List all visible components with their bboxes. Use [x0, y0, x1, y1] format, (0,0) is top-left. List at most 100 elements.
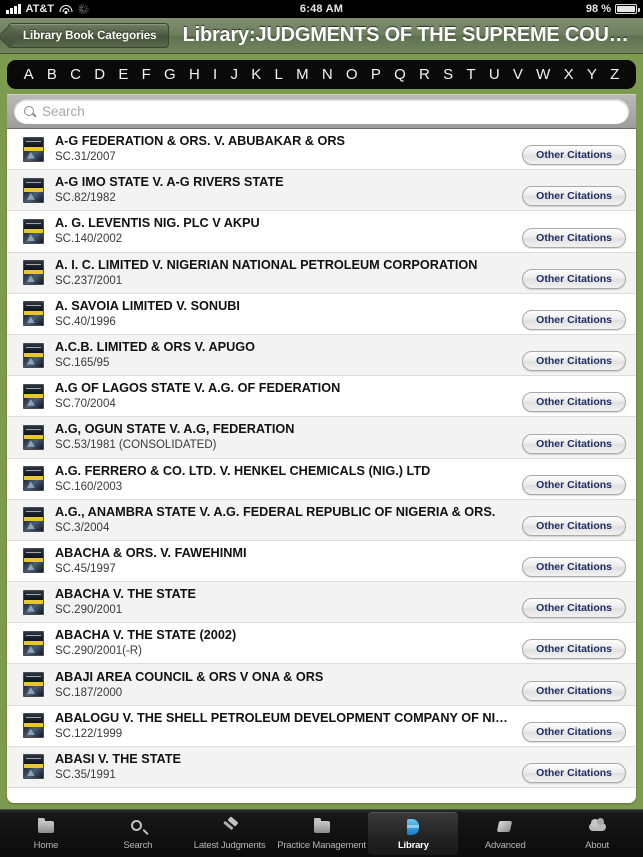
alpha-index-y[interactable]: Y [587, 66, 597, 83]
table-row[interactable]: ABACHA V. THE STATE (2002) SC.290/2001(-R… [7, 623, 636, 665]
alphabet-index-bar[interactable]: ABCDEFGHIJKLMNOPQRSTUVWXYZ [7, 60, 636, 89]
table-row[interactable]: A. G. LEVENTIS NIG. PLC V AKPU SC.140/200… [7, 211, 636, 253]
table-row[interactable]: A. SAVOIA LIMITED V. SONUBI SC.40/1996 Oth… [7, 293, 636, 335]
status-bar: AT&T 6:48 AM 98 % [0, 0, 643, 18]
alpha-index-i[interactable]: I [213, 66, 217, 83]
alpha-index-l[interactable]: L [274, 66, 282, 83]
case-title: ABACHA & ORS. V. FAWEHINMI [55, 545, 247, 560]
cloud-icon [586, 817, 608, 837]
other-citations-button[interactable]: Other Citations [522, 515, 626, 536]
case-text-block: A-G IMO STATE V. A-G RIVERS STATE SC.82/1… [55, 175, 514, 205]
alpha-index-x[interactable]: X [564, 66, 574, 83]
book-cover-icon [23, 136, 44, 162]
tab-label: Practice Management [277, 839, 366, 851]
table-row[interactable]: A.G OF LAGOS STATE V. A.G. OF FEDERATION… [7, 376, 636, 418]
case-title: A-G FEDERATION & ORS. V. ABUBAKAR & ORS [55, 134, 345, 149]
alpha-index-z[interactable]: Z [610, 66, 619, 83]
case-title: A.G. FERRERO & CO. LTD. V. HENKEL CHEMIC… [55, 463, 431, 478]
alpha-index-r[interactable]: R [419, 66, 430, 83]
page-title: Library:JUDGMENTS OF THE SUPREME COURT A… [182, 24, 635, 46]
other-citations-button[interactable]: Other Citations [522, 639, 626, 660]
search-input[interactable]: Search [14, 99, 629, 124]
case-title: ABACHA V. THE STATE [55, 587, 196, 602]
alpha-index-m[interactable]: M [296, 66, 309, 83]
tab-practice-management[interactable]: Practice Management [277, 812, 367, 855]
other-citations-button[interactable]: Other Citations [522, 557, 626, 578]
case-citation: SC.237/2001 [55, 274, 123, 287]
alpha-index-t[interactable]: T [466, 66, 475, 83]
tab-label: Latest Judgments [193, 839, 266, 851]
case-text-block: ABALOGU V. THE SHELL PETROLEUM DEVELOPME… [55, 711, 514, 741]
table-row[interactable]: A.G. FERRERO & CO. LTD. V. HENKEL CHEMIC… [7, 458, 636, 500]
table-row[interactable]: A.G, OGUN STATE V. A.G, FEDERATION SC.53/… [7, 417, 636, 459]
case-title: ABAJI AREA COUNCIL & ORS V ONA & ORS [55, 669, 324, 684]
alpha-index-b[interactable]: B [47, 66, 57, 83]
alpha-index-h[interactable]: H [189, 66, 200, 83]
table-row[interactable]: A.C.B. LIMITED & ORS V. APUGO SC.165/95 Ot… [7, 334, 636, 377]
case-title: A. G. LEVENTIS NIG. PLC V AKPU [55, 216, 260, 231]
table-row[interactable]: A-G IMO STATE V. A-G RIVERS STATE SC.82/1… [7, 170, 636, 212]
other-citations-button[interactable]: Other Citations [522, 763, 626, 783]
table-row[interactable]: ABAJI AREA COUNCIL & ORS V ONA & ORS SC.1… [7, 664, 636, 706]
alpha-index-g[interactable]: G [164, 66, 176, 83]
case-title: A.G OF LAGOS STATE V. A.G. OF FEDERATION [55, 381, 341, 396]
tab-search[interactable]: Search [93, 812, 183, 855]
tab-about[interactable]: About [552, 812, 642, 855]
other-citations-button[interactable]: Other Citations [522, 680, 626, 701]
alpha-index-o[interactable]: O [346, 66, 358, 83]
alpha-index-e[interactable]: E [118, 66, 128, 83]
case-title: A-G IMO STATE V. A-G RIVERS STATE [55, 175, 284, 190]
tab-bar: Home Search Latest Judgments Practice Manag… [0, 809, 643, 857]
tab-latest-judgments[interactable]: Latest Judgments [185, 812, 275, 855]
back-button-label: Library Book Categories [23, 29, 157, 42]
alpha-index-a[interactable]: A [24, 66, 34, 83]
table-row[interactable]: A. I. C. LIMITED V. NIGERIAN NATIONAL PE… [7, 252, 636, 294]
alpha-index-f[interactable]: F [142, 66, 151, 83]
alpha-index-v[interactable]: V [513, 66, 523, 83]
case-list[interactable]: A-G FEDERATION & ORS. V. ABUBAKAR & ORS S… [7, 129, 636, 803]
other-citations-button[interactable]: Other Citations [522, 433, 626, 454]
book-cover-icon [23, 342, 44, 368]
table-row[interactable]: ABACHA & ORS. V. FAWEHINMI SC.45/1997 Othe… [7, 540, 636, 583]
other-citations-button[interactable]: Other Citations [522, 392, 626, 413]
other-citations-button[interactable]: Other Citations [522, 474, 626, 495]
other-citations-button[interactable]: Other Citations [522, 309, 626, 330]
case-citation: SC.31/2007 [55, 151, 116, 164]
case-citation: SC.45/1997 [55, 562, 116, 575]
table-row[interactable]: ABALOGU V. THE SHELL PETROLEUM DEVELOPME… [7, 705, 636, 747]
alpha-index-n[interactable]: N [322, 66, 333, 83]
table-row[interactable]: A.G., ANAMBRA STATE V. A.G. FEDERAL REPU… [7, 499, 636, 541]
alpha-index-d[interactable]: D [94, 66, 105, 83]
alpha-index-u[interactable]: U [489, 66, 500, 83]
case-text-block: A. SAVOIA LIMITED V. SONUBI SC.40/1996 [55, 299, 514, 329]
alpha-index-q[interactable]: Q [394, 66, 406, 83]
case-citation: SC.3/2004 [55, 521, 110, 534]
case-citation: SC.290/2001 [55, 604, 123, 617]
content-area: ABCDEFGHIJKLMNOPQRSTUVWXYZ Search A-G FE… [0, 54, 643, 809]
other-citations-button[interactable]: Other Citations [522, 351, 626, 372]
tab-library[interactable]: Library [368, 812, 459, 855]
case-citation: SC.187/2000 [55, 686, 123, 699]
alpha-index-w[interactable]: W [536, 66, 550, 83]
case-citation: SC.82/1982 [55, 192, 116, 205]
alpha-index-j[interactable]: J [230, 66, 238, 83]
case-text-block: A.G. FERRERO & CO. LTD. V. HENKEL CHEMIC… [55, 464, 514, 494]
other-citations-button[interactable]: Other Citations [522, 598, 626, 619]
alpha-index-c[interactable]: C [70, 66, 81, 83]
back-button[interactable]: Library Book Categories [8, 23, 169, 48]
table-row[interactable]: A-G FEDERATION & ORS. V. ABUBAKAR & ORS S… [7, 129, 636, 171]
gavel-icon [219, 815, 241, 837]
tab-label: Home [33, 839, 59, 851]
tab-home[interactable]: Home [1, 812, 91, 855]
alpha-index-s[interactable]: S [443, 66, 453, 83]
other-citations-button[interactable]: Other Citations [522, 227, 626, 248]
table-row[interactable]: ABACHA V. THE STATE SC.290/2001 Other Cita… [7, 582, 636, 624]
alpha-index-p[interactable]: P [371, 66, 381, 83]
other-citations-button[interactable]: Other Citations [522, 268, 626, 289]
table-row[interactable]: ABASI V. THE STATE SC.35/1991 Other Citati… [7, 746, 636, 788]
other-citations-button[interactable]: Other Citations [522, 145, 626, 166]
other-citations-button[interactable]: Other Citations [522, 721, 626, 742]
tab-advanced[interactable]: Advanced [460, 812, 550, 855]
other-citations-button[interactable]: Other Citations [522, 186, 626, 207]
alpha-index-k[interactable]: K [251, 66, 261, 83]
